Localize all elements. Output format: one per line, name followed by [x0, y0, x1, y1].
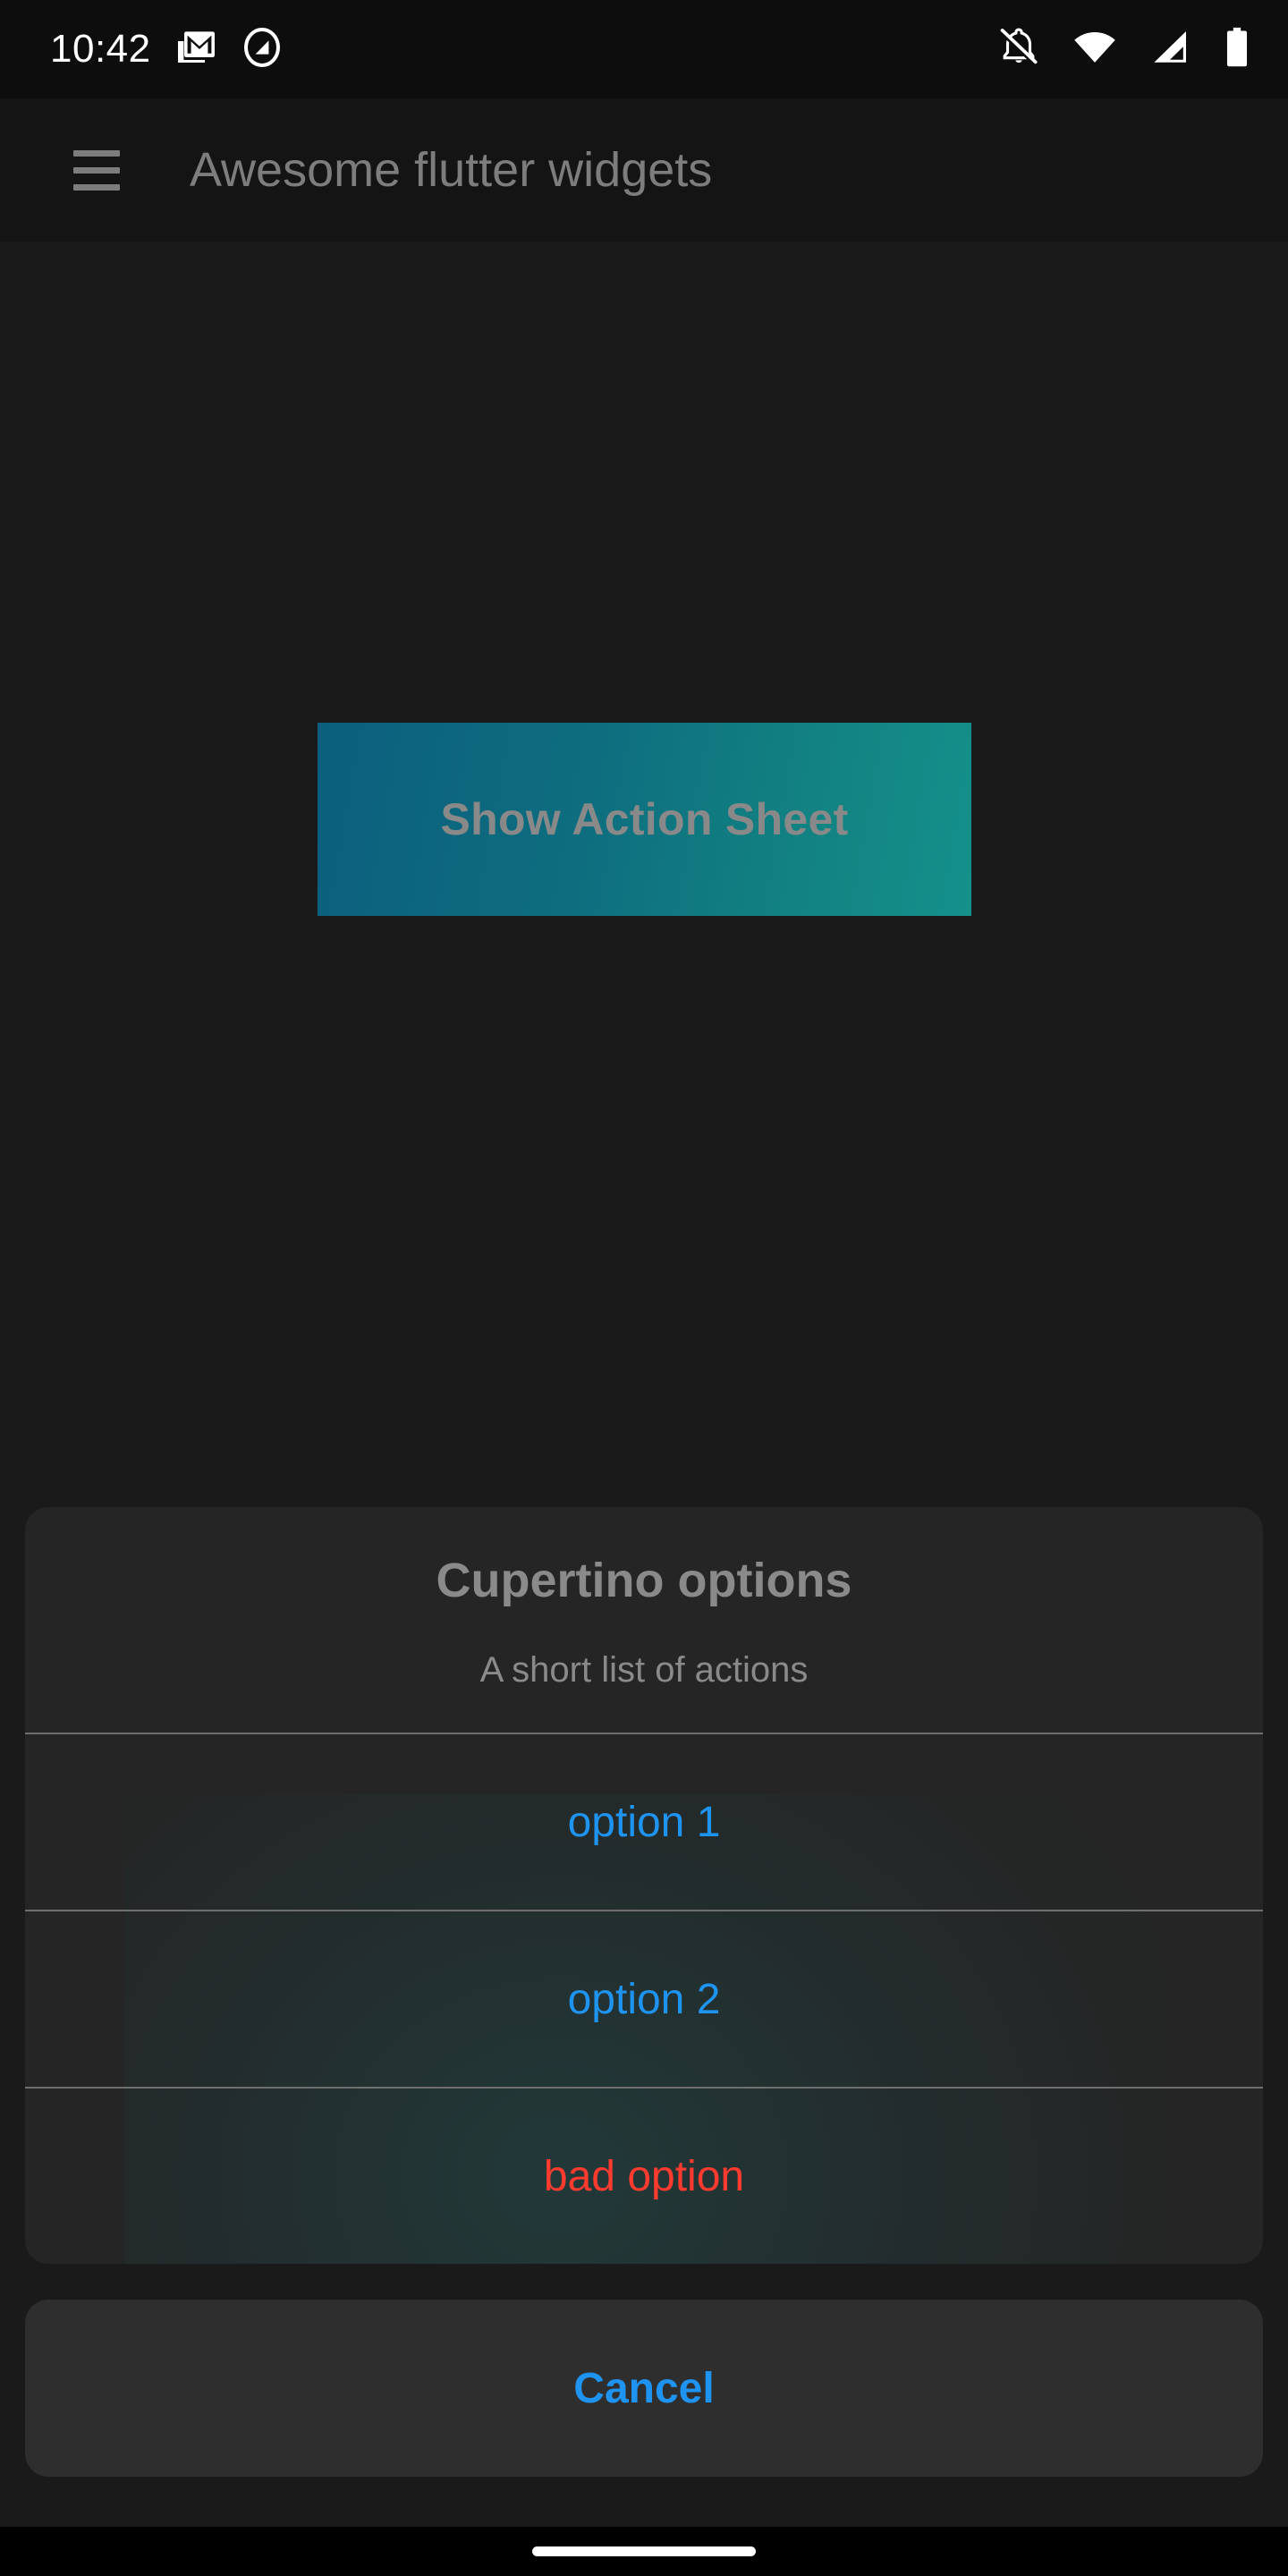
do-not-disturb-icon	[241, 26, 284, 73]
action-sheet-container: Cupertino options A short list of action…	[0, 1507, 1288, 2527]
hamburger-menu-icon[interactable]	[54, 127, 140, 213]
gmail-icon	[174, 26, 217, 73]
system-navigation-bar	[0, 2527, 1288, 2576]
status-bar: 10:42	[0, 0, 1288, 98]
notifications-off-icon	[996, 25, 1041, 74]
main-content: Show Action Sheet Cupertino options A sh…	[0, 242, 1288, 2527]
action-sheet: Cupertino options A short list of action…	[25, 1507, 1263, 2264]
action-sheet-message: A short list of actions	[97, 1648, 1191, 1691]
show-action-sheet-button[interactable]: Show Action Sheet	[318, 723, 971, 916]
hamburger-line	[73, 167, 120, 174]
status-bar-clock: 10:42	[50, 30, 151, 69]
home-indicator-pill[interactable]	[532, 2546, 756, 2556]
status-bar-left: 10:42	[50, 26, 284, 73]
action-sheet-bad-option[interactable]: bad option	[25, 2087, 1263, 2264]
action-sheet-header: Cupertino options A short list of action…	[25, 1507, 1263, 1733]
cellular-signal-icon	[1148, 26, 1191, 73]
action-sheet-title: Cupertino options	[97, 1554, 1191, 1607]
phone-screen: 10:42	[0, 0, 1288, 2576]
status-bar-right	[996, 24, 1252, 75]
battery-full-icon	[1222, 25, 1252, 74]
hamburger-line	[73, 150, 120, 157]
action-sheet-option-2[interactable]: option 2	[25, 1910, 1263, 2087]
wifi-icon	[1072, 24, 1118, 75]
action-sheet-cancel-button[interactable]: Cancel	[25, 2300, 1263, 2477]
page-title: Awesome flutter widgets	[190, 146, 712, 194]
hamburger-line	[73, 184, 120, 191]
action-sheet-option-1[interactable]: option 1	[25, 1733, 1263, 1910]
app-bar: Awesome flutter widgets	[0, 98, 1288, 242]
